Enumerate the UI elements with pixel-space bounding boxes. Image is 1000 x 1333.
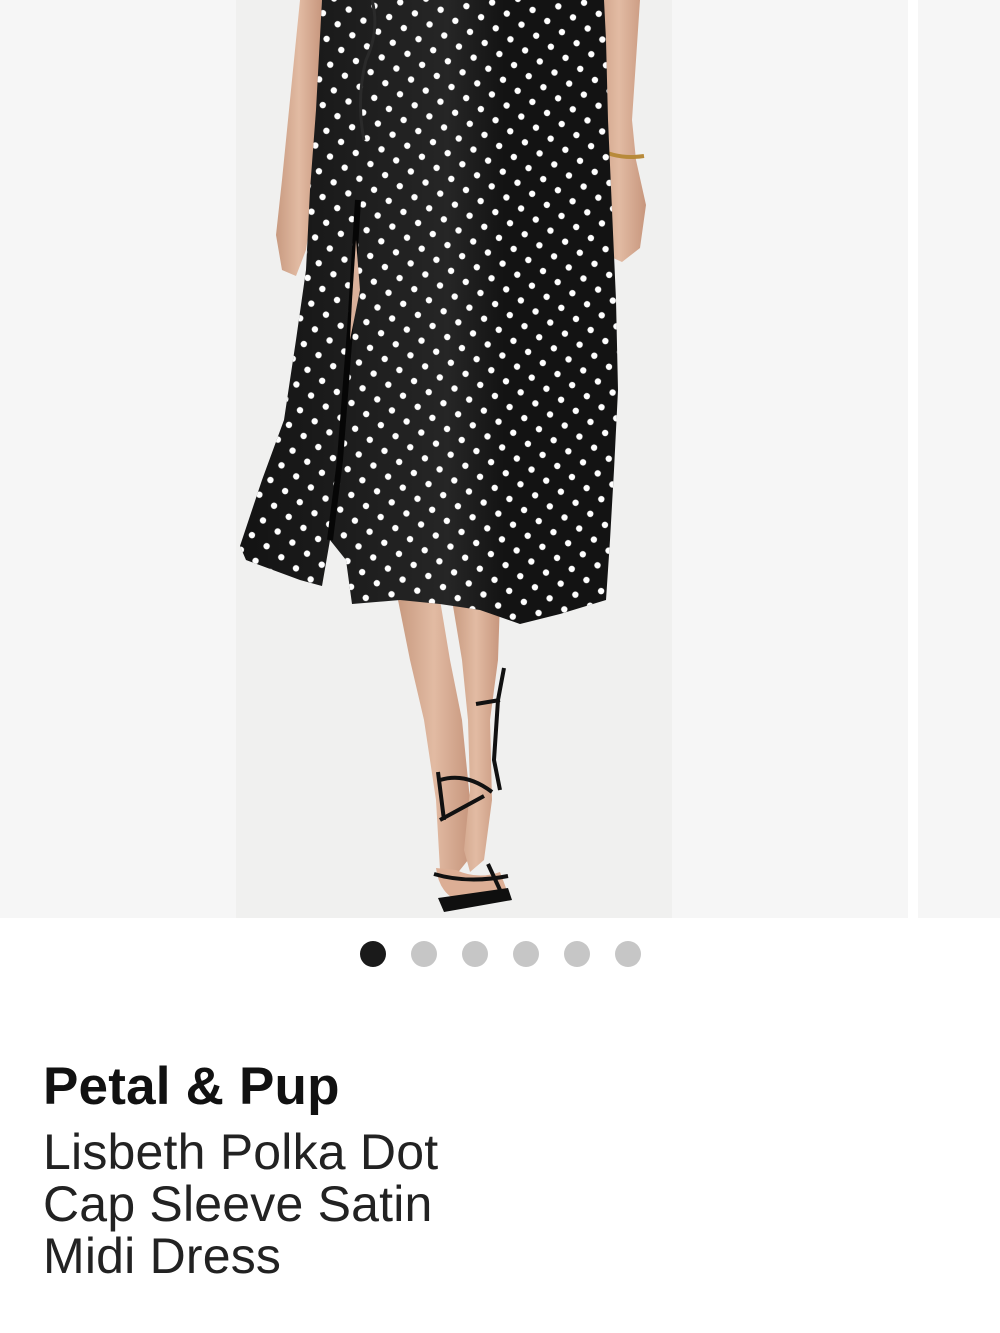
- product-title: Lisbeth Polka Dot Cap Sleeve Satin Midi …: [43, 1124, 439, 1284]
- carousel-pagination: [0, 941, 1000, 969]
- carousel-dot-6[interactable]: [614, 941, 641, 967]
- product-page: Petal & Pup Lisbeth Polka Dot Cap Sleeve…: [0, 0, 1000, 1333]
- product-info: Petal & Pup Lisbeth Polka Dot Cap Sleeve…: [43, 1052, 943, 1282]
- carousel-dot-2[interactable]: [410, 941, 437, 967]
- carousel-slide-current[interactable]: [0, 0, 908, 918]
- carousel-slide-next-peek[interactable]: [918, 0, 1000, 918]
- carousel-dot-5[interactable]: [563, 941, 590, 967]
- carousel-dot-3[interactable]: [461, 941, 488, 967]
- brand-name[interactable]: Petal & Pup: [43, 1052, 943, 1122]
- product-image: [240, 0, 646, 912]
- product-image-carousel[interactable]: [0, 0, 1000, 918]
- carousel-dot-4[interactable]: [512, 941, 539, 967]
- carousel-dot-1[interactable]: [359, 941, 386, 967]
